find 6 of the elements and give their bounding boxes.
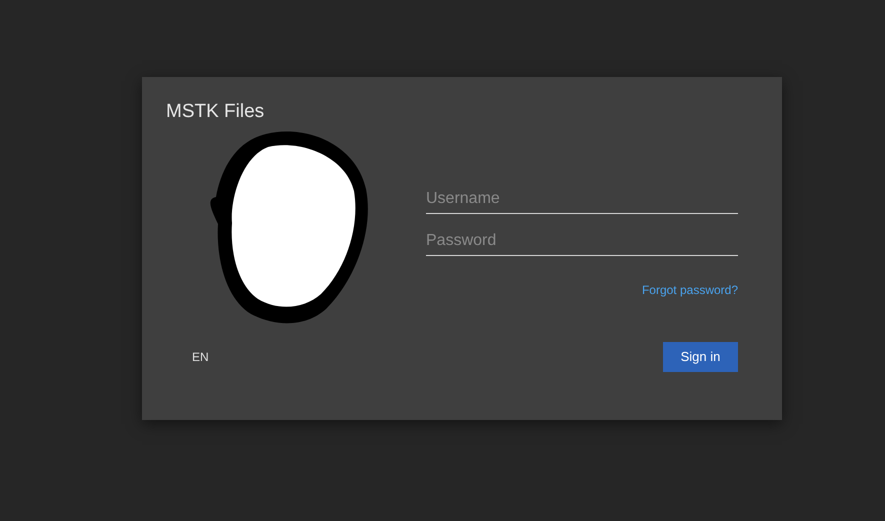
username-field[interactable]: Username xyxy=(426,181,738,214)
sign-in-button[interactable]: Sign in xyxy=(663,342,738,372)
app-title: MSTK Files xyxy=(166,100,266,124)
password-field[interactable]: Password xyxy=(426,223,738,256)
language-selector[interactable]: EN xyxy=(192,346,209,368)
forgot-password-link[interactable]: Forgot password? xyxy=(642,283,738,297)
